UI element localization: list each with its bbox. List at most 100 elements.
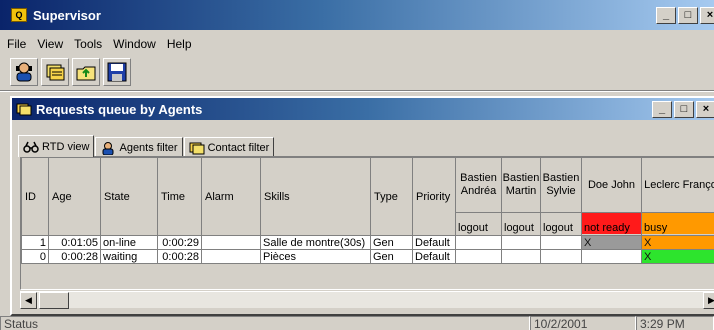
title-bar: Q Supervisor _ □ ×: [0, 0, 714, 30]
cell-alarm: [201, 249, 261, 264]
cell-agent: X: [581, 235, 642, 250]
agent-icon: [16, 62, 32, 82]
cell-type: Gen: [370, 249, 413, 264]
child-restore-button[interactable]: □: [674, 101, 694, 118]
child-title: Requests queue by Agents: [36, 101, 203, 117]
cell-id: 0: [21, 249, 49, 264]
status-text: Status: [0, 316, 530, 330]
cell-type: Gen: [370, 235, 413, 250]
restore-button[interactable]: □: [678, 7, 698, 24]
agent-name: Bastien Andréa: [460, 172, 497, 197]
cell-priority: Default: [412, 249, 456, 264]
cell-priority: Default: [412, 235, 456, 250]
status-date: 10/2/2001: [530, 316, 636, 330]
save-button[interactable]: [103, 58, 131, 86]
cell-agent: X: [641, 235, 714, 250]
menu-help[interactable]: Help: [163, 37, 196, 51]
agent-status: logout: [502, 212, 540, 234]
cell-state: on-line: [100, 235, 158, 250]
tab-label: RTD view: [42, 140, 90, 153]
col-id[interactable]: ID: [21, 157, 49, 236]
agent-name: Leclerc François: [644, 178, 714, 191]
cell-age: 0:00:28: [48, 249, 101, 264]
contacts-button[interactable]: [41, 58, 69, 86]
cell-agent: [540, 249, 582, 264]
toolbar: [10, 58, 131, 88]
agent-status: logout: [456, 212, 501, 234]
cell-state: waiting: [100, 249, 158, 264]
agent-status: not ready: [582, 212, 641, 234]
window-title: Supervisor: [33, 7, 101, 23]
table-row[interactable]: 1 0:01:05 on-line 0:00:29 Salle de montr…: [21, 235, 714, 250]
scroll-thumb[interactable]: [39, 292, 69, 309]
col-age[interactable]: Age: [48, 157, 101, 236]
menu-bar: File View Tools Window Help: [0, 34, 196, 54]
close-button[interactable]: ×: [700, 7, 714, 24]
cell-agent: [540, 235, 582, 250]
col-alarm[interactable]: Alarm: [201, 157, 261, 236]
agent-name: Doe John: [587, 178, 636, 191]
cell-agent: [501, 235, 541, 250]
scroll-right-button[interactable]: ▶: [703, 292, 714, 309]
cell-agent: [501, 249, 541, 264]
menu-view[interactable]: View: [33, 37, 67, 51]
app-icon: Q: [11, 8, 27, 22]
tab-label: Agents filter: [119, 141, 178, 154]
child-window-controls: _ □ ×: [652, 101, 714, 118]
agent-status: logout: [541, 212, 581, 234]
contacts-icon: [46, 64, 65, 81]
agent-name: Bastien Sylvie: [542, 172, 580, 197]
cell-agent: [581, 249, 642, 264]
agent-status: busy: [642, 212, 714, 234]
child-close-button[interactable]: ×: [696, 101, 714, 118]
tab-agents-filter[interactable]: Agents filter: [95, 137, 183, 157]
cell-time: 0:00:29: [157, 235, 202, 250]
requests-queue-window: Requests queue by Agents _ □ × RTD view: [10, 96, 714, 316]
child-minimize-button[interactable]: _: [652, 101, 672, 118]
tab-rtd-view[interactable]: RTD view: [18, 135, 95, 157]
agent-name: Bastien Martin: [502, 172, 540, 197]
col-agent[interactable]: Leclerc François busy: [641, 157, 714, 236]
cell-agent: [455, 249, 502, 264]
toolbar-separator: [0, 90, 714, 92]
col-state[interactable]: State: [100, 157, 158, 236]
cell-skills: Salle de montre(30s): [260, 235, 371, 250]
window-controls: _ □ ×: [656, 7, 714, 24]
col-type[interactable]: Type: [370, 157, 413, 236]
contacts-icon: [16, 103, 32, 116]
col-priority[interactable]: Priority: [412, 157, 456, 236]
tab-contact-filter[interactable]: Contact filter: [183, 137, 275, 157]
header-row: ID Age State Time Alarm Skills Type Prio…: [21, 157, 714, 236]
scroll-left-button[interactable]: ◀: [20, 292, 37, 309]
open-folder-button[interactable]: [72, 58, 100, 86]
contacts-icon: [189, 142, 205, 154]
cell-agent: X: [641, 249, 714, 264]
folder-up-icon: [76, 66, 96, 81]
col-skills[interactable]: Skills: [260, 157, 371, 236]
requests-table: ID Age State Time Alarm Skills Type Prio…: [21, 157, 714, 264]
tab-label: Contact filter: [207, 141, 270, 154]
horizontal-scrollbar[interactable]: ◀ ▶: [20, 291, 714, 309]
cell-alarm: [201, 235, 261, 250]
status-bar: Status 10/2/2001 3:29 PM: [0, 316, 714, 330]
menu-file[interactable]: File: [3, 37, 30, 51]
cell-time: 0:00:28: [157, 249, 202, 264]
requests-grid[interactable]: ID Age State Time Alarm Skills Type Prio…: [20, 156, 714, 290]
save-icon: [107, 62, 127, 82]
supervisor-window: Q Supervisor _ □ × File View Tools Windo…: [0, 0, 714, 330]
cell-age: 0:01:05: [48, 235, 101, 250]
col-agent[interactable]: Doe John not ready: [581, 157, 642, 236]
col-agent[interactable]: Bastien Sylvie logout: [540, 157, 582, 236]
binoculars-icon: [23, 141, 39, 153]
table-row[interactable]: 0 0:00:28 waiting 0:00:28 Pièces Gen Def…: [21, 249, 714, 264]
col-time[interactable]: Time: [157, 157, 202, 236]
child-title-bar: Requests queue by Agents _ □ ×: [12, 98, 714, 120]
menu-tools[interactable]: Tools: [70, 37, 106, 51]
view-tabs: RTD view Agents filter Contact filter: [18, 135, 275, 157]
col-agent[interactable]: Bastien Andréa logout: [455, 157, 502, 236]
cell-skills: Pièces: [260, 249, 371, 264]
col-agent[interactable]: Bastien Martin logout: [501, 157, 541, 236]
agent-button[interactable]: [10, 58, 38, 86]
menu-window[interactable]: Window: [109, 37, 160, 51]
minimize-button[interactable]: _: [656, 7, 676, 24]
